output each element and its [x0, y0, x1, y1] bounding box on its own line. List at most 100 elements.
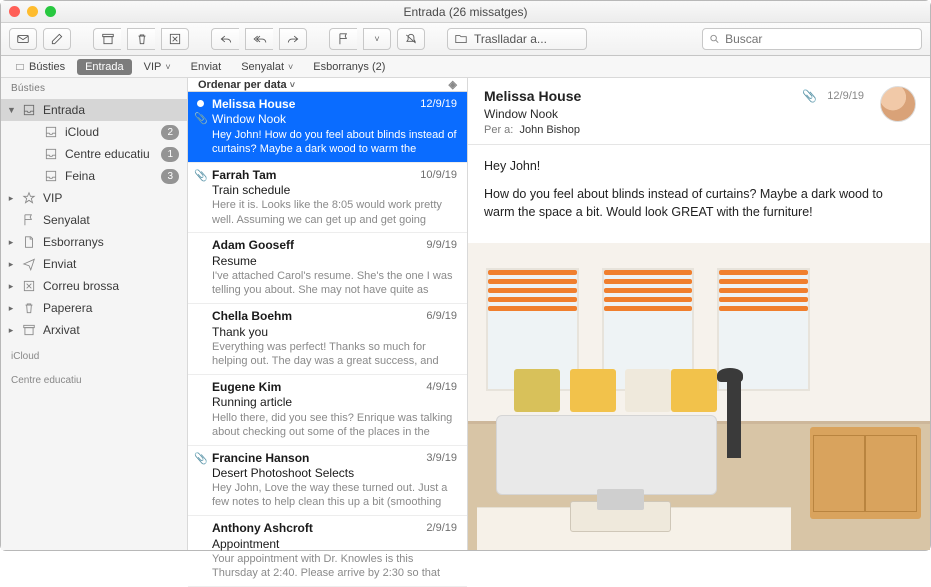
message-date: 2/9/19	[426, 521, 457, 536]
sidebar-item-icloud[interactable]: iCloud2	[1, 121, 187, 143]
message-subject: Appointment	[212, 537, 457, 552]
reader-date: 12/9/19	[827, 90, 864, 102]
reader-body: Hey John! How do you feel about blinds i…	[468, 145, 930, 243]
sidebar-header: Bústies	[1, 78, 187, 99]
feed-icon[interactable]: ◈	[449, 78, 457, 91]
reply-all-button[interactable]	[245, 28, 273, 50]
message-date: 6/9/19	[426, 309, 457, 324]
fullscreen-button[interactable]	[45, 6, 56, 17]
message-list: Ordenar per data ˅ ◈ 📎Melissa House12/9/…	[188, 78, 468, 550]
junk-button[interactable]	[161, 28, 189, 50]
message-row[interactable]: 📎Francine Hanson3/9/19Desert Photoshoot …	[188, 446, 467, 517]
search-field[interactable]	[702, 28, 922, 50]
flag-menu-button[interactable]: ˅	[363, 28, 391, 50]
message-row[interactable]: Adam Gooseff9/9/19ResumeI've attached Ca…	[188, 233, 467, 304]
compose-button[interactable]	[43, 28, 71, 50]
reader-pane: Melissa House 📎 12/9/19 Window Nook Per …	[468, 78, 930, 550]
reader-sender: Melissa House	[484, 88, 792, 104]
search-input[interactable]	[725, 32, 915, 46]
sidebar-item-label: Centre educatiu	[65, 147, 155, 161]
flag-icon	[21, 212, 37, 228]
close-button[interactable]	[9, 6, 20, 17]
message-row[interactable]: Anthony Ashcroft2/9/19AppointmentYour ap…	[188, 516, 467, 587]
sidebar-item-centre-educatiu[interactable]: Centre educatiu1	[1, 143, 187, 165]
sidebar-item-enviat[interactable]: ▸Enviat	[1, 253, 187, 275]
window-controls	[9, 6, 56, 17]
message-subject: Desert Photoshoot Selects	[212, 466, 457, 481]
sidebar-item-label: Arxivat	[43, 323, 179, 337]
message-from: Adam Gooseff	[212, 238, 294, 253]
child-icon	[43, 146, 59, 162]
sidebar-item-label: Esborranys	[43, 235, 179, 249]
reply-button[interactable]	[211, 28, 239, 50]
move-to-select[interactable]: Traslladar a...	[447, 28, 587, 50]
sidebar-item-arxivat[interactable]: ▸ Arxivat	[1, 319, 187, 341]
sidebar-item-correu-brossa[interactable]: ▸ Correu brossa	[1, 275, 187, 297]
disclosure-triangle[interactable]: ▸	[7, 259, 15, 270]
fav-flagged[interactable]: Senyalat˅	[233, 59, 301, 75]
sidebar-item-paperera[interactable]: ▸Paperera	[1, 297, 187, 319]
sidebar-item-esborranys[interactable]: ▸ Esborranys	[1, 231, 187, 253]
message-date: 3/9/19	[426, 451, 457, 466]
message-row[interactable]: 📎Farrah Tam10/9/19Train scheduleHere it …	[188, 163, 467, 234]
fav-vip[interactable]: VIP˅	[136, 59, 179, 75]
flag-button[interactable]	[329, 28, 357, 50]
sidebar-item-label: iCloud	[65, 125, 155, 139]
reader-header: Melissa House 📎 12/9/19 Window Nook Per …	[468, 78, 930, 145]
unread-dot	[197, 100, 204, 107]
sidebar-account-0[interactable]: iCloud	[1, 341, 187, 365]
drafts-icon	[21, 234, 37, 250]
minimize-button[interactable]	[27, 6, 38, 17]
message-row[interactable]: Chella Boehm6/9/19Thank youEverything wa…	[188, 304, 467, 375]
sidebar-item-label: VIP	[43, 191, 179, 205]
disclosure-triangle[interactable]: ▸	[7, 303, 15, 314]
fav-inbox[interactable]: Entrada	[77, 59, 132, 75]
disclosure-triangle[interactable]: ▼	[7, 105, 15, 115]
child-icon	[43, 124, 59, 140]
mute-button[interactable]	[397, 28, 425, 50]
reader-to: Per a: John Bishop	[484, 124, 914, 136]
sidebar-account-1[interactable]: Centre educatiu	[1, 365, 187, 389]
archive-button[interactable]	[93, 28, 121, 50]
sidebar-item-label: Correu brossa	[43, 279, 179, 293]
sidebar-item-feina[interactable]: Feina3	[1, 165, 187, 187]
message-preview: Hello there, did you see this? Enrique w…	[212, 411, 457, 439]
toolbar: ˅ Traslladar a...	[1, 23, 930, 56]
message-from: Eugene Kim	[212, 380, 281, 395]
sent-icon	[21, 256, 37, 272]
disclosure-triangle[interactable]: ▸	[7, 281, 15, 292]
fav-drafts[interactable]: Esborranys (2)	[305, 59, 393, 75]
attachment-image[interactable]	[468, 243, 930, 550]
message-preview: Your appointment with Dr. Knowles is thi…	[212, 552, 457, 580]
disclosure-triangle[interactable]: ▸	[7, 325, 15, 336]
trash-icon	[21, 300, 37, 316]
child-icon	[43, 168, 59, 184]
disclosure-triangle[interactable]: ▸	[7, 237, 15, 248]
delete-button[interactable]	[127, 28, 155, 50]
sidebar-item-entrada[interactable]: ▼Entrada	[1, 99, 187, 121]
message-row[interactable]: Eugene Kim4/9/19Running articleHello the…	[188, 375, 467, 446]
attachment-icon: 📎	[194, 169, 208, 183]
message-from: Farrah Tam	[212, 168, 276, 183]
fav-mailboxes[interactable]: Bústies	[7, 59, 73, 75]
archive-icon	[21, 322, 37, 338]
disclosure-triangle[interactable]: ▸	[7, 193, 15, 204]
junk-icon	[21, 278, 37, 294]
message-preview: Hey John, Love the way these turned out.…	[212, 481, 457, 509]
sender-avatar[interactable]	[880, 86, 916, 122]
message-from: Melissa House	[212, 97, 295, 112]
sidebar-item-label: Feina	[65, 169, 155, 183]
titlebar: Entrada (26 missatges)	[1, 1, 930, 23]
sidebar-item-vip[interactable]: ▸ VIP	[1, 187, 187, 209]
message-date: 9/9/19	[426, 238, 457, 253]
attachment-icon[interactable]: 📎	[802, 89, 817, 103]
fav-sent[interactable]: Enviat	[183, 59, 230, 75]
sort-header[interactable]: Ordenar per data ˅ ◈	[188, 78, 467, 92]
forward-button[interactable]	[279, 28, 307, 50]
inbox-icon	[21, 102, 37, 118]
sidebar-item-senyalat[interactable]: Senyalat	[1, 209, 187, 231]
message-date: 10/9/19	[420, 168, 457, 183]
get-mail-button[interactable]	[9, 28, 37, 50]
message-preview: Here it is. Looks like the 8:05 would wo…	[212, 198, 457, 226]
message-row[interactable]: 📎Melissa House12/9/19Window NookHey John…	[188, 92, 467, 163]
